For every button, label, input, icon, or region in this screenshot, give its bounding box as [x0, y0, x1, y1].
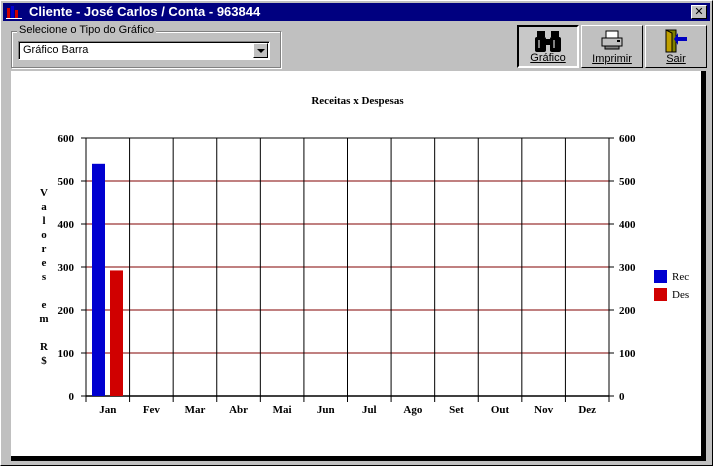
printer-icon: [601, 30, 623, 50]
legend-label-des: Des: [672, 289, 689, 301]
x-tick-label: Jan: [99, 404, 116, 416]
y2-tick-label: 200: [619, 305, 636, 317]
y-tick-label: 300: [58, 262, 75, 274]
sair-button-label: Sair: [666, 53, 686, 65]
imprimir-button-label: Imprimir: [592, 53, 632, 65]
x-tick-label: Dez: [578, 404, 596, 416]
y2-tick-label: 500: [619, 176, 636, 188]
x-tick-label: Set: [449, 404, 464, 416]
imprimir-button[interactable]: Imprimir: [581, 25, 643, 68]
binoculars-icon: [535, 31, 561, 52]
exit-door-icon: [665, 29, 687, 53]
y-tick-label: 400: [58, 219, 75, 231]
y-axis-label-char: r: [42, 243, 47, 255]
x-tick-label: Mai: [273, 404, 292, 416]
y-tick-label: 600: [58, 133, 75, 145]
x-tick-label: Jun: [317, 404, 335, 416]
x-tick-label: Nov: [534, 404, 553, 416]
y2-tick-label: 300: [619, 262, 636, 274]
legend-swatch-rec: [654, 270, 667, 283]
y-axis-label-char: s: [42, 271, 47, 283]
x-tick-label: Abr: [229, 404, 248, 416]
y2-tick-label: 100: [619, 348, 636, 360]
y-axis-label-char: $: [41, 355, 47, 367]
bar-des-jan: [110, 270, 123, 396]
y-tick-label: 0: [69, 391, 75, 403]
y2-tick-label: 600: [619, 133, 636, 145]
legend-label-rec: Rec: [672, 271, 689, 283]
x-tick-label: Fev: [143, 404, 161, 416]
chart-app-icon: [6, 6, 22, 19]
grafico-button[interactable]: Gráfico: [517, 25, 579, 68]
y-axis-label-char: V: [40, 187, 48, 199]
window-title: Cliente - José Carlos / Conta - 963844: [29, 4, 261, 19]
legend-swatch-des: [654, 288, 667, 301]
bar-chart: Receitas x Despesas 0 0 100 100 200 200 300 300 4…: [39, 95, 689, 416]
chart-type-group-label: Selecione o Tipo do Gráfico: [17, 24, 157, 36]
chart-type-group: Selecione o Tipo do Gráfico Gráfico Barr…: [11, 24, 281, 68]
chart-title: Receitas x Despesas: [311, 95, 404, 107]
bar-rec-jan: [92, 163, 105, 396]
chart-area: Receitas x Despesas 0 0 100 100 200 200 300 300 4…: [11, 71, 706, 461]
x-tick-label: Out: [491, 404, 510, 416]
sair-button[interactable]: Sair: [645, 25, 707, 68]
chart-type-selected-value: Gráfico Barra: [23, 44, 89, 56]
chevron-down-icon[interactable]: [253, 43, 268, 58]
app-window: Cliente - José Carlos / Conta - 963844 ✕…: [0, 0, 713, 466]
title-bar[interactable]: Cliente - José Carlos / Conta - 963844 ✕: [3, 3, 710, 21]
y-axis-label-char: a: [41, 201, 47, 213]
chart-type-combobox[interactable]: Gráfico Barra: [18, 41, 270, 60]
y-axis-label-char: m: [39, 313, 48, 325]
y-axis-label-char: e: [42, 299, 47, 311]
y-axis-label-char: R: [40, 341, 49, 353]
x-tick-label: Mar: [185, 404, 206, 416]
y2-tick-label: 400: [619, 219, 636, 231]
y-axis-label-char: l: [42, 215, 45, 227]
x-tick-label: Jul: [362, 404, 377, 416]
y-tick-label: 500: [58, 176, 75, 188]
close-button[interactable]: ✕: [691, 5, 707, 19]
grafico-button-label: Gráfico: [530, 52, 566, 64]
y2-tick-label: 0: [619, 391, 625, 403]
y-axis-label-char: o: [41, 229, 47, 241]
y-axis-label-char: e: [42, 257, 47, 269]
y-tick-label: 200: [58, 305, 75, 317]
x-tick-label: Ago: [403, 404, 422, 416]
y-tick-label: 100: [58, 348, 75, 360]
